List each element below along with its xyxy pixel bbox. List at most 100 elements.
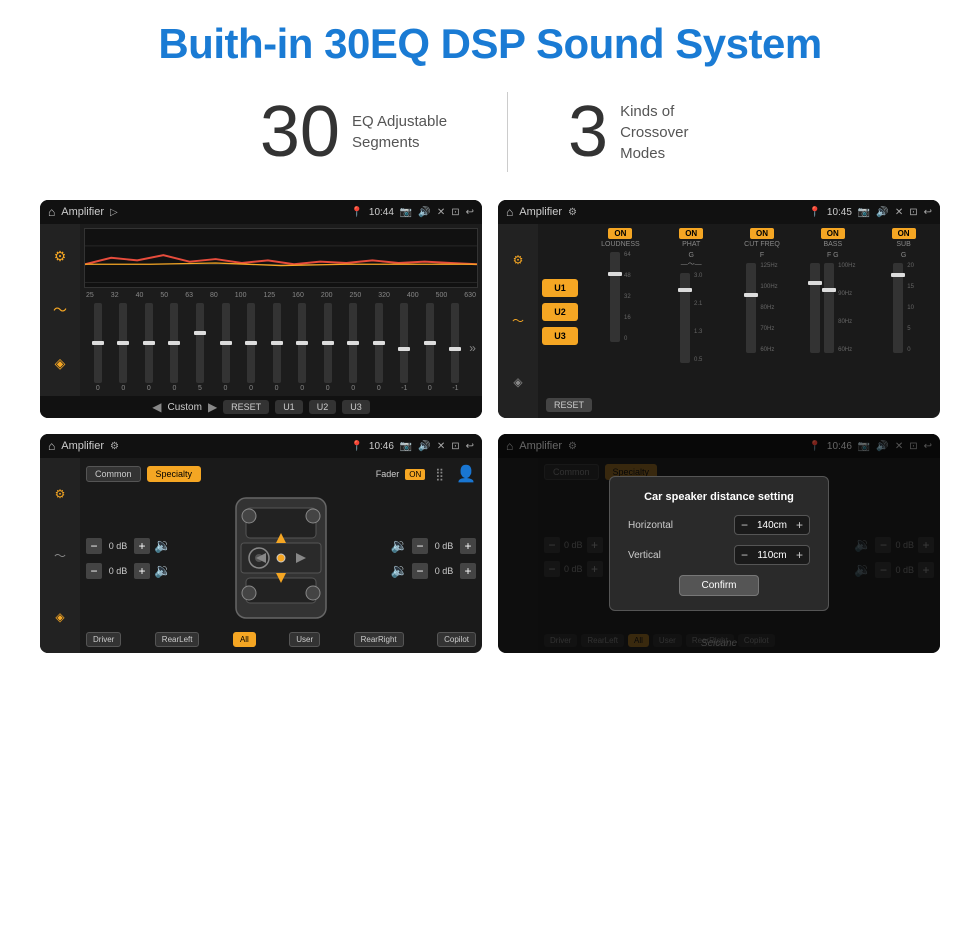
slider-7[interactable]: 0 [239, 303, 263, 392]
time-1: 10:44 [369, 207, 394, 218]
home-icon-2[interactable]: ⌂ [506, 205, 513, 219]
ds-vertical-minus[interactable]: − [741, 548, 748, 562]
bass-on-btn[interactable]: ON [821, 228, 845, 239]
close-icon-1[interactable]: ✕ [437, 207, 445, 218]
window-icon-1[interactable]: ⊡ [451, 207, 459, 218]
close-icon-2[interactable]: ✕ [895, 207, 903, 218]
u1-preset-btn[interactable]: U1 [542, 279, 578, 297]
phat-on-btn[interactable]: ON [679, 228, 703, 239]
cr-reset-btn[interactable]: RESET [546, 398, 592, 412]
volume-icon-3[interactable]: 🔊 [418, 441, 430, 452]
rearright-btn[interactable]: RearRight [354, 632, 404, 647]
window-icon-2[interactable]: ⊡ [909, 207, 917, 218]
stat-eq: 30 EQ AdjustableSegments [260, 96, 447, 168]
fader-on-btn[interactable]: ON [405, 469, 425, 480]
slider-1[interactable]: 0 [86, 303, 110, 392]
sp-vol-icon[interactable]: ◈ [55, 610, 64, 624]
settings-icon-3[interactable]: ⚙ [110, 441, 119, 452]
ds-vertical-plus[interactable]: + [796, 548, 803, 562]
expand-icon[interactable]: » [469, 341, 476, 355]
location-icon-2: 📍 [808, 207, 820, 218]
sp-vol-left: − 0 dB + 🔉 − 0 dB + 🔉 [86, 537, 171, 579]
slider-13[interactable]: -1 [393, 303, 417, 392]
slider-10[interactable]: 0 [316, 303, 340, 392]
vol-fl-plus[interactable]: + [134, 538, 150, 554]
slider-5[interactable]: 5 [188, 303, 212, 392]
play-icon-1[interactable]: ▷ [110, 207, 118, 218]
u2-preset-btn[interactable]: U2 [542, 303, 578, 321]
slider-2[interactable]: 0 [112, 303, 136, 392]
copilot-btn[interactable]: Copilot [437, 632, 476, 647]
volume-icon-2[interactable]: 🔊 [876, 207, 888, 218]
vol-rl-minus[interactable]: − [86, 563, 102, 579]
ds-vertical-row: Vertical − 110cm + [628, 545, 810, 565]
slider-3[interactable]: 0 [137, 303, 161, 392]
ds-dialog-title: Car speaker distance setting [628, 491, 810, 503]
slider-11[interactable]: 0 [341, 303, 365, 392]
slider-6[interactable]: 0 [214, 303, 238, 392]
vol-fr-plus[interactable]: + [460, 538, 476, 554]
cutfreq-on-btn[interactable]: ON [750, 228, 774, 239]
slider-12[interactable]: 0 [367, 303, 391, 392]
u2-btn[interactable]: U2 [309, 400, 337, 414]
back-icon-3[interactable]: ↩ [466, 441, 474, 452]
loudness-on-btn[interactable]: ON [608, 228, 632, 239]
reset-btn[interactable]: RESET [223, 400, 269, 414]
eq-sliders: 0 0 0 0 [84, 303, 478, 392]
u1-btn[interactable]: U1 [275, 400, 303, 414]
cr-wave-icon[interactable]: 〜 [512, 312, 524, 329]
vol-fr-minus[interactable]: − [412, 538, 428, 554]
user-icon-3[interactable]: 👤 [456, 464, 476, 484]
sp-settings-icon[interactable]: ⚙ [55, 487, 66, 501]
slider-8[interactable]: 0 [265, 303, 289, 392]
home-icon-3[interactable]: ⌂ [48, 439, 55, 453]
eq-settings-icon[interactable]: ⚙ [54, 248, 67, 265]
sub-on-btn[interactable]: ON [892, 228, 916, 239]
home-icon-1[interactable]: ⌂ [48, 205, 55, 219]
slider-4[interactable]: 0 [163, 303, 187, 392]
sp-wave-icon[interactable]: 〜 [54, 547, 66, 564]
volume-icon-1[interactable]: 🔊 [418, 207, 430, 218]
specialty-btn[interactable]: Specialty [147, 466, 202, 482]
vol-ctrl-rr: 🔉 − 0 dB + [391, 562, 476, 579]
camera-icon-3: 📷 [400, 441, 412, 452]
eq-vol-icon[interactable]: ◈ [55, 355, 66, 372]
u3-btn[interactable]: U3 [342, 400, 370, 414]
vol-rl-plus[interactable]: + [134, 563, 150, 579]
confirm-button[interactable]: Confirm [679, 575, 759, 596]
prev-icon[interactable]: ◀ [152, 400, 161, 414]
all-btn[interactable]: All [233, 632, 256, 647]
vol-fr-value: 0 dB [432, 541, 456, 551]
slider-9[interactable]: 0 [290, 303, 314, 392]
ch-sub: ON SUB G [871, 228, 936, 396]
back-icon-1[interactable]: ↩ [466, 207, 474, 218]
driver-btn[interactable]: Driver [86, 632, 121, 647]
statusbar-3: ⌂ Amplifier ⚙ 📍 10:46 📷 🔊 ✕ ⊡ ↩ [40, 434, 482, 458]
location-icon-3: 📍 [350, 441, 362, 452]
eq-wave-icon[interactable]: 〜 [53, 300, 67, 320]
cr-vol-icon[interactable]: ◈ [513, 375, 522, 389]
settings-icon-2[interactable]: ⚙ [568, 207, 577, 218]
ds-horizontal-minus[interactable]: − [741, 518, 748, 532]
next-icon[interactable]: ▶ [208, 400, 217, 414]
common-btn[interactable]: Common [86, 466, 141, 482]
back-icon-2[interactable]: ↩ [924, 207, 932, 218]
vol-fl-minus[interactable]: − [86, 538, 102, 554]
ch-cutfreq: ON CUT FREQ F [730, 228, 795, 396]
vol-rr-plus[interactable]: + [460, 563, 476, 579]
location-icon-1: 📍 [350, 207, 362, 218]
vol-rr-minus[interactable]: − [412, 563, 428, 579]
u3-preset-btn[interactable]: U3 [542, 327, 578, 345]
speaker-rl-icon: 🔉 [154, 562, 171, 579]
slider-15[interactable]: -1 [444, 303, 468, 392]
cr-settings-icon[interactable]: ⚙ [513, 253, 524, 267]
close-icon-3[interactable]: ✕ [437, 441, 445, 452]
page-container: Buith-in 30EQ DSP Sound System 30 EQ Adj… [0, 0, 980, 939]
slider-14[interactable]: 0 [418, 303, 442, 392]
speaker-fr-icon: 🔉 [391, 537, 408, 554]
user-btn[interactable]: User [289, 632, 320, 647]
window-icon-3[interactable]: ⊡ [451, 441, 459, 452]
ds-horizontal-plus[interactable]: + [796, 518, 803, 532]
sp-sidebar: ⚙ 〜 ◈ [40, 458, 80, 653]
rearleft-btn[interactable]: RearLeft [155, 632, 200, 647]
